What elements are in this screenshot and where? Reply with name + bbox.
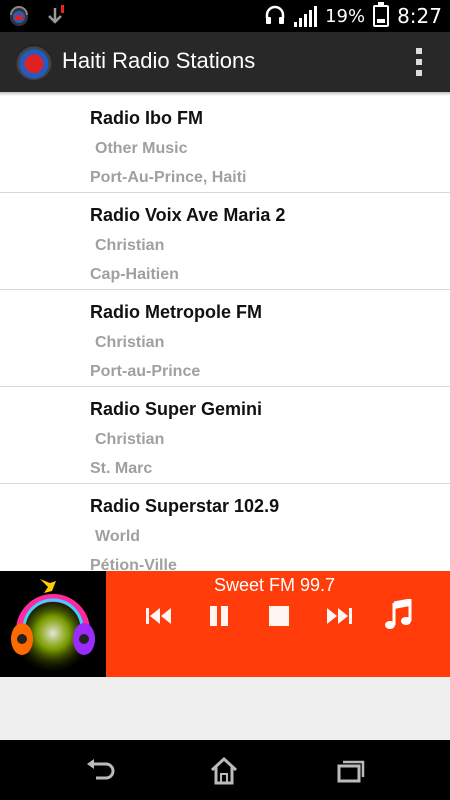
album-art [0,571,106,677]
app-logo-icon[interactable] [16,44,52,80]
station-name: Radio Ibo FM [90,108,203,128]
ad-space [0,677,450,740]
status-bar: 19% 8:27 [0,0,450,32]
station-location: Port-au-Prince [90,363,201,380]
home-icon[interactable] [208,756,240,786]
recent-apps-icon[interactable] [334,756,366,786]
download-icon [48,5,64,24]
headset-icon [265,5,285,24]
station-name: Radio Voix Ave Maria 2 [90,205,286,225]
list-item[interactable]: Radio Ibo FM Other Music Port-Au-Prince,… [0,96,450,193]
station-name: Radio Super Gemini [90,399,263,419]
list-item[interactable]: Radio Super Gemini Christian St. Marc [0,387,450,484]
battery-icon [373,2,390,27]
battery-percent: 19% [325,5,366,27]
station-location: St. Marc [90,460,153,477]
action-bar: Haiti Radio Stations [0,32,450,92]
overflow-menu-icon[interactable] [416,48,422,76]
next-icon[interactable] [324,603,354,629]
station-location: Port-Au-Prince, Haiti [90,169,247,186]
list-item[interactable]: Radio Voix Ave Maria 2 Christian Cap-Hai… [0,193,450,290]
player-bar: Sweet FM 99.7 [0,571,450,677]
station-name: Radio Superstar 102.9 [90,496,280,516]
station-genre: World [95,528,141,545]
station-list[interactable]: Radio Ibo FM Other Music Port-Au-Prince,… [0,96,450,571]
station-genre: Other Music [95,140,188,157]
station-location: Cap-Haitien [90,266,179,283]
station-genre: Christian [95,334,165,351]
station-genre: Christian [95,237,165,254]
station-name: Radio Metropole FM [90,302,262,322]
back-icon[interactable] [84,756,116,786]
music-note-icon[interactable] [384,599,414,631]
now-playing-title: Sweet FM 99.7 [214,575,336,595]
list-item[interactable]: Radio Superstar 102.9 World Pétion-Ville [0,484,450,571]
radio-app-notification-icon [10,6,28,26]
page-title: Haiti Radio Stations [62,48,256,73]
previous-icon[interactable] [144,603,174,629]
pause-icon[interactable] [204,603,234,629]
system-nav-bar [0,740,450,800]
clock: 8:27 [397,4,442,28]
station-genre: Christian [95,431,165,448]
list-item[interactable]: Radio Metropole FM Christian Port-au-Pri… [0,290,450,387]
station-location: Pétion-Ville [90,557,177,571]
signal-strength-icon [294,5,318,27]
stop-icon[interactable] [264,603,294,629]
